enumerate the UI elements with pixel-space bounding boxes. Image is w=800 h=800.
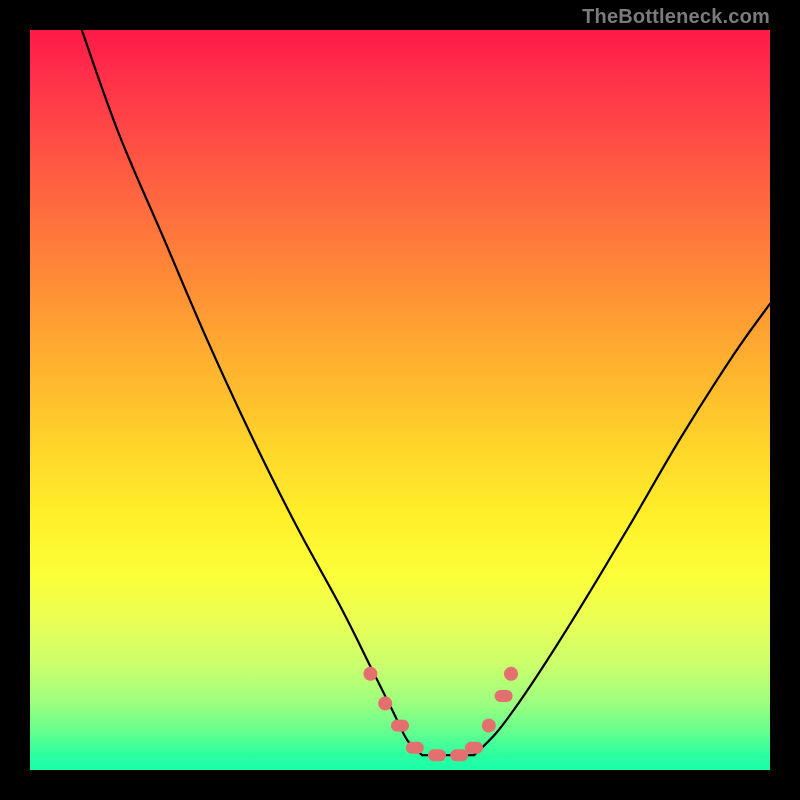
marker-group <box>363 667 518 761</box>
marker-dot <box>504 667 518 681</box>
marker-pill <box>495 690 513 702</box>
curve-right-branch <box>474 304 770 755</box>
plot-area <box>30 30 770 770</box>
marker-dot <box>378 696 392 710</box>
marker-dot <box>363 667 377 681</box>
marker-pill <box>450 749 468 761</box>
marker-pill <box>465 742 483 754</box>
marker-dot <box>482 719 496 733</box>
curve-group <box>82 30 770 755</box>
marker-pill <box>428 749 446 761</box>
curve-left-branch <box>82 30 422 755</box>
marker-pill <box>391 720 409 732</box>
attribution-text: TheBottleneck.com <box>582 6 770 29</box>
chart-frame: TheBottleneck.com <box>0 0 800 800</box>
marker-pill <box>406 742 424 754</box>
chart-overlay-svg <box>30 30 770 770</box>
